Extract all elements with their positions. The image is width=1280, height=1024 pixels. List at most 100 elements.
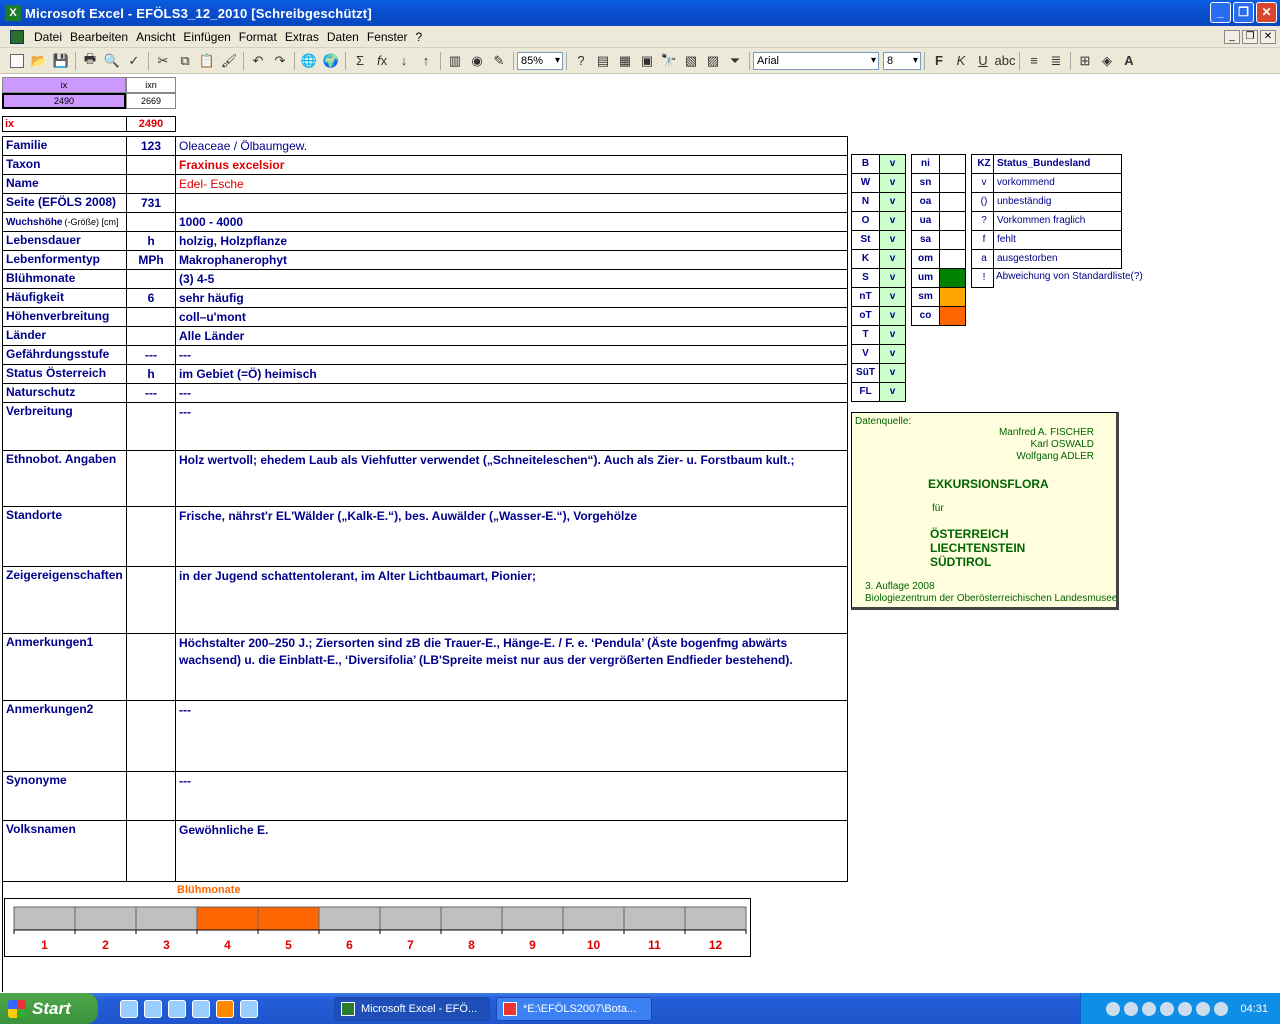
quicklaunch-desktop-icon[interactable] — [120, 999, 138, 1018]
align-center-icon[interactable]: ≣ — [1045, 51, 1067, 71]
borders-icon[interactable]: ⊞ — [1074, 51, 1096, 71]
row-label[interactable]: Taxon — [2, 155, 127, 175]
row-value[interactable]: (3) 4-5 — [175, 269, 848, 289]
document-icon[interactable] — [10, 29, 24, 44]
cut-icon[interactable]: ✂ — [152, 51, 174, 71]
maximize-button[interactable]: ❐ — [1233, 2, 1254, 23]
strikethrough-icon[interactable]: abc — [994, 51, 1016, 71]
row-label[interactable]: Länder — [2, 326, 127, 346]
undo-icon[interactable]: ↶ — [247, 51, 269, 71]
row-code[interactable] — [126, 771, 176, 821]
ix-value-cell[interactable]: 2490 — [2, 93, 126, 109]
task-explorer[interactable]: *E:\EFÖLS2007\Bota... — [496, 996, 652, 1021]
close-button[interactable]: ✕ — [1256, 2, 1277, 23]
row-code[interactable] — [126, 307, 176, 327]
row-value[interactable]: Höchstalter 200–250 J.; Ziersorten sind … — [175, 633, 848, 701]
fill-color-icon[interactable]: ◈ — [1096, 51, 1118, 71]
menu-datei[interactable]: Datei — [30, 30, 66, 44]
row-label[interactable]: Verbreitung — [2, 402, 127, 451]
row-code[interactable]: MPh — [126, 250, 176, 270]
menu-einfuegen[interactable]: Einfügen — [179, 30, 234, 44]
minimize-button[interactable]: _ — [1210, 2, 1231, 23]
format-painter-icon[interactable]: 🖌 — [218, 51, 240, 71]
tool-d-icon[interactable]: ▧ — [680, 51, 702, 71]
row-label[interactable]: Wuchshöhe (-Größe) [cm] — [2, 212, 127, 232]
row-label[interactable]: Zeigereigenschaften — [2, 566, 127, 634]
row-value[interactable]: Edel- Esche — [175, 174, 848, 194]
new-icon[interactable] — [6, 51, 28, 71]
sort-desc-icon[interactable]: ↑ — [415, 51, 437, 71]
tray-volume-icon[interactable] — [1178, 1001, 1193, 1016]
menu-help[interactable]: ? — [412, 30, 427, 44]
row-code[interactable]: h — [126, 231, 176, 251]
doc-restore-button[interactable]: ❐ — [1242, 30, 1258, 44]
font-color-icon[interactable]: A — [1118, 51, 1140, 71]
row-label[interactable]: Ethnobot. Angaben — [2, 450, 127, 507]
tray-security-icon[interactable] — [1142, 1001, 1157, 1016]
row-label[interactable]: Naturschutz — [2, 383, 127, 403]
row-value[interactable]: Holz wertvoll; ehedem Laub als Viehfutte… — [175, 450, 848, 507]
row-code[interactable] — [126, 174, 176, 194]
redo-icon[interactable]: ↷ — [269, 51, 291, 71]
map-icon[interactable]: ◉ — [466, 51, 488, 71]
row-label[interactable]: Familie — [2, 136, 127, 156]
help-icon[interactable]: ? — [570, 51, 592, 71]
row-value[interactable]: 1000 - 4000 — [175, 212, 848, 232]
row-value[interactable]: sehr häufig — [175, 288, 848, 308]
excel-app-icon[interactable]: X — [5, 5, 21, 21]
quicklaunch-firefox-icon[interactable] — [216, 999, 234, 1018]
row-label[interactable]: Gefährdungsstufe — [2, 345, 127, 365]
row-code[interactable]: 123 — [126, 136, 176, 156]
underline-icon[interactable]: U — [972, 51, 994, 71]
bold-icon[interactable]: F — [928, 51, 950, 71]
row-label[interactable]: Volksnamen — [2, 820, 127, 882]
row-code[interactable] — [126, 155, 176, 175]
row-value[interactable]: Fraxinus excelsior — [175, 155, 848, 175]
row-value[interactable]: Frische, nährst'r EL'Wälder („Kalk-E.“),… — [175, 506, 848, 567]
quicklaunch-ie-icon[interactable] — [192, 999, 210, 1018]
row-code[interactable] — [126, 566, 176, 634]
open-icon[interactable]: 📂 — [28, 51, 50, 71]
sort-asc-icon[interactable]: ↓ — [393, 51, 415, 71]
tool-c-icon[interactable]: ▣ — [636, 51, 658, 71]
row-code[interactable]: --- — [126, 345, 176, 365]
quicklaunch-media-icon[interactable] — [168, 999, 186, 1018]
function-icon[interactable]: fx — [371, 51, 393, 71]
menu-fenster[interactable]: Fenster — [363, 30, 412, 44]
tool-e-icon[interactable]: ▨ — [702, 51, 724, 71]
row-code[interactable]: --- — [126, 383, 176, 403]
font-size-select[interactable]: 8 — [883, 51, 921, 70]
row-value[interactable]: holzig, Holzpflanze — [175, 231, 848, 251]
autosum-icon[interactable]: Σ — [349, 51, 371, 71]
row-label[interactable]: Anmerkungen1 — [2, 633, 127, 701]
copy-icon[interactable]: ⧉ — [174, 51, 196, 71]
row-label[interactable]: Höhenverbreitung — [2, 307, 127, 327]
find-icon[interactable]: 🔭 — [658, 51, 680, 71]
row-code[interactable] — [126, 700, 176, 772]
row-value[interactable]: Makrophanerophyt — [175, 250, 848, 270]
tray-shield-icon[interactable] — [1160, 1001, 1175, 1016]
tray-info-icon[interactable] — [1196, 1001, 1211, 1016]
paste-icon[interactable]: 📋 — [196, 51, 218, 71]
web-icon[interactable]: 🌍 — [320, 51, 342, 71]
doc-minimize-button[interactable]: _ — [1224, 30, 1240, 44]
row-value[interactable]: --- — [175, 383, 848, 403]
quicklaunch-explorer-icon[interactable] — [144, 999, 162, 1018]
row-value[interactable]: --- — [175, 345, 848, 365]
row-label[interactable]: Name — [2, 174, 127, 194]
row-label[interactable]: Anmerkungen2 — [2, 700, 127, 772]
spellcheck-icon[interactable]: ✓ — [123, 51, 145, 71]
row-label[interactable]: Lebensdauer — [2, 231, 127, 251]
menu-format[interactable]: Format — [235, 30, 281, 44]
menu-bearbeiten[interactable]: Bearbeiten — [66, 30, 132, 44]
row-label[interactable]: Standorte — [2, 506, 127, 567]
hyperlink-icon[interactable]: 🌐 — [298, 51, 320, 71]
row-label[interactable]: Seite (EFÖLS 2008) — [2, 193, 127, 213]
start-button[interactable]: Start — [0, 993, 98, 1024]
row-label[interactable]: Blühmonate — [2, 269, 127, 289]
chart-icon[interactable]: ▥ — [444, 51, 466, 71]
row-value[interactable]: im Gebiet (=Ö) heimisch — [175, 364, 848, 384]
row-label[interactable]: Lebenformentyp — [2, 250, 127, 270]
row-value[interactable]: --- — [175, 771, 848, 821]
ixn-value-cell[interactable]: 2669 — [126, 93, 176, 109]
